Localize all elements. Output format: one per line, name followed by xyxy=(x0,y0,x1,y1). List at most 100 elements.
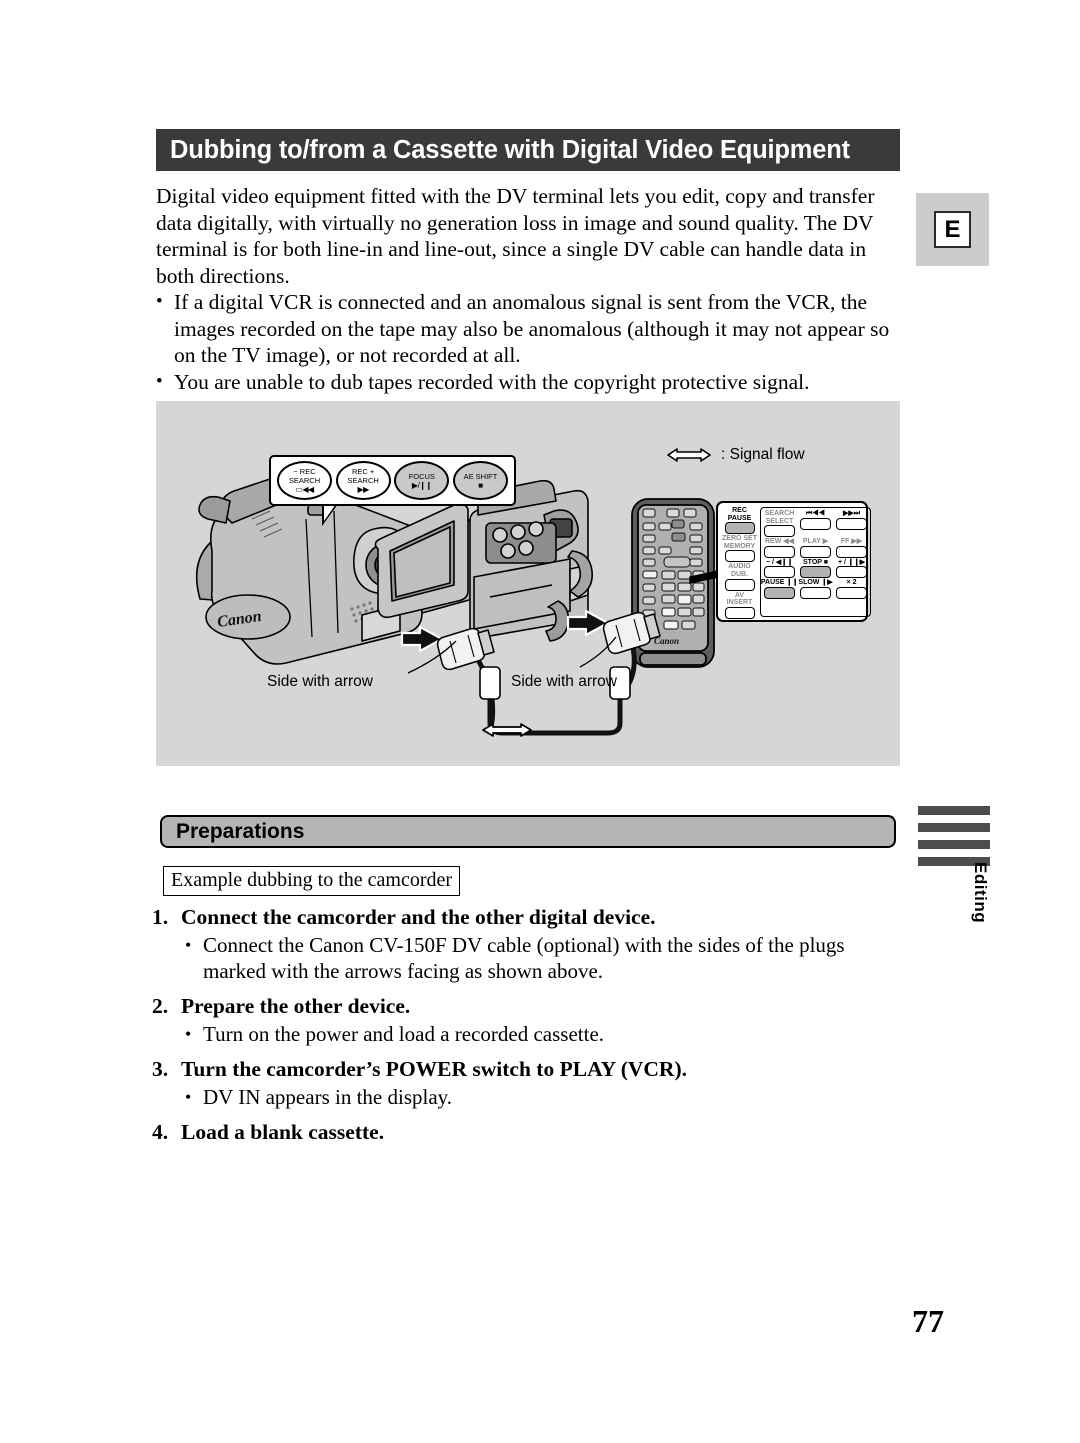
button-label-line2: SEARCH xyxy=(288,476,321,485)
note-text: You are unable to dub tapes recorded wit… xyxy=(174,369,810,394)
button-label-line2: SEARCH xyxy=(347,476,379,485)
key-label-line2: INSERT xyxy=(726,599,753,607)
step-spacer xyxy=(152,984,902,992)
note-text: If a digital VCR is connected and an ano… xyxy=(174,290,890,368)
remote-key-prev[interactable]: ⏮◀◀ xyxy=(799,510,832,537)
edge-bar xyxy=(918,806,990,815)
key-cap[interactable] xyxy=(724,606,755,619)
callout-tail-inner xyxy=(324,504,336,521)
key-label-line2: SELECT xyxy=(765,517,794,525)
remote-key-rec-pause[interactable]: REC PAUSE xyxy=(722,507,757,535)
remote-key-pause[interactable]: PAUSE ❙❙ xyxy=(760,579,799,599)
edge-bar xyxy=(918,823,990,832)
step-4: 4. Load a blank cassette. xyxy=(152,1118,902,1147)
key-cap[interactable] xyxy=(836,566,868,579)
remote-key-next[interactable]: ▶▶⏭ xyxy=(835,510,868,537)
key-cap[interactable] xyxy=(836,545,868,558)
key-cap[interactable] xyxy=(800,517,832,530)
language-marker-letter: E xyxy=(934,211,971,248)
double-arrow-icon xyxy=(667,448,711,462)
button-label-line1: − REC xyxy=(293,467,316,476)
key-cap[interactable] xyxy=(724,522,755,535)
step-number: 3. xyxy=(152,1057,169,1081)
dv-plug-left xyxy=(436,627,495,671)
remote-key-plus-frame-fwd[interactable]: + / ❙❙▶ xyxy=(835,559,868,579)
remote-detail-panel: REC PAUSE ZERO SET MEMORY AUDIO DUB. AV … xyxy=(716,501,872,622)
step-bullet: • Turn on the power and load a recorded … xyxy=(152,1021,902,1047)
remote-key-minus-frame-back[interactable]: − / ◀❙❙ xyxy=(763,559,796,579)
remote-key-x2[interactable]: × 2 xyxy=(835,579,868,599)
key-cap[interactable] xyxy=(836,517,868,530)
key-cap[interactable] xyxy=(800,566,832,579)
key-cap[interactable] xyxy=(764,545,796,558)
key-label-line2: PAUSE xyxy=(727,514,752,522)
remote-row: PAUSE ❙❙ SLOW ❙▶ × 2 xyxy=(760,579,868,599)
key-label-line1: AV xyxy=(734,591,745,599)
remote-key-audio-dub[interactable]: AUDIO DUB. xyxy=(722,563,757,591)
camcorder-button-callout: − REC SEARCH ▭◀◀ REC + SEARCH ▶▶ FOCUS ▶… xyxy=(269,455,516,506)
step-bullet-text: DV IN appears in the display. xyxy=(203,1085,453,1109)
signal-flow-arrow-bottom xyxy=(481,719,533,741)
step-number: 2. xyxy=(152,994,169,1018)
page-number: 77 xyxy=(912,1303,944,1339)
intro-paragraph: Digital video equipment fitted with the … xyxy=(156,184,875,288)
button-label-line1: FOCUS xyxy=(408,471,435,481)
remote-key-slow[interactable]: SLOW ❙▶ xyxy=(798,579,833,599)
step-bullet-text: Connect the Canon CV-150F DV cable (opti… xyxy=(203,933,845,983)
connection-diagram: Canon Canon − REC SEARCH ▭◀◀ REC + SEARC… xyxy=(156,401,900,766)
key-cap[interactable] xyxy=(724,578,755,591)
key-cap[interactable] xyxy=(764,525,796,538)
key-cap[interactable] xyxy=(800,545,832,558)
cable-label-left: Side with arrow xyxy=(267,673,373,690)
step-bullet-text: Turn on the power and load a recorded ca… xyxy=(203,1022,605,1046)
key-cap[interactable] xyxy=(764,586,796,599)
button-rec-search-plus[interactable]: REC + SEARCH ▶▶ xyxy=(335,461,391,500)
remote-key-rew[interactable]: REW ◀◀ xyxy=(763,538,796,558)
frame-forward-icon: + / ❙❙▶ xyxy=(837,558,866,566)
example-label: Example dubbing to the camcorder xyxy=(171,869,453,891)
double-speed-icon: × 2 xyxy=(846,579,857,587)
remote-key-av-insert[interactable]: AV INSERT xyxy=(722,592,757,619)
button-ae-shift[interactable]: AE SHIFT ■ xyxy=(452,461,508,500)
key-label-line1: SEARCH xyxy=(764,510,795,517)
remote-key-stop[interactable]: STOP ■ xyxy=(799,559,832,579)
button-focus[interactable]: FOCUS ▶/❙❙ xyxy=(394,461,450,500)
remote-brand: Canon xyxy=(654,636,679,646)
step-2: 2. Prepare the other device. • Turn on t… xyxy=(152,992,902,1047)
remote-key-ff[interactable]: FF ▶▶ xyxy=(835,538,868,558)
remote-key-play[interactable]: PLAY ▶ xyxy=(799,538,832,558)
signal-flow-label: : Signal flow xyxy=(721,446,805,463)
key-cap[interactable] xyxy=(764,566,796,579)
stop-icon: STOP ■ xyxy=(803,558,828,566)
step-bullet: • DV IN appears in the display. xyxy=(152,1084,902,1110)
remote-transport-grid: SEARCH SELECT ⏮◀◀ ▶▶⏭ REW ◀◀ PLAY ▶ FF ▶… xyxy=(760,507,872,617)
key-cap[interactable] xyxy=(836,586,868,599)
example-label-box: Example dubbing to the camcorder xyxy=(163,866,461,896)
fast-forward-icon: FF ▶▶ xyxy=(840,538,863,546)
remote-row: SEARCH SELECT ⏮◀◀ ▶▶⏭ xyxy=(763,510,868,538)
intro-paragraph-block: Digital video equipment fitted with the … xyxy=(156,183,898,289)
cable-connector-left xyxy=(479,666,501,700)
steps-list: 1. Connect the camcorder and the other d… xyxy=(152,903,902,1147)
step-header: 1. Connect the camcorder and the other d… xyxy=(152,903,902,932)
button-rec-search-minus[interactable]: − REC SEARCH ▭◀◀ xyxy=(277,461,332,500)
step-header: 3. Turn the camcorder’s POWER switch to … xyxy=(152,1055,902,1084)
button-label-line1: REC + xyxy=(352,467,375,476)
play-icon: PLAY ▶ xyxy=(802,538,829,546)
remote-key-zero-set-memory[interactable]: ZERO SET MEMORY xyxy=(722,535,758,563)
step-bullet: • Connect the Canon CV-150F DV cable (op… xyxy=(152,932,902,984)
pause-icon: PAUSE ❙❙ xyxy=(760,579,799,587)
notes-list: • If a digital VCR is connected and an a… xyxy=(156,289,901,395)
remote-row: REW ◀◀ PLAY ▶ FF ▶▶ xyxy=(763,538,868,558)
page-title: Dubbing to/from a Cassette with Digital … xyxy=(170,135,850,164)
key-cap[interactable] xyxy=(724,550,755,563)
edge-bar xyxy=(918,840,990,849)
cable-label-right: Side with arrow xyxy=(511,673,617,690)
key-cap[interactable] xyxy=(800,586,832,599)
key-label-line1: ZERO SET xyxy=(722,535,758,543)
step-title: Load a blank cassette. xyxy=(181,1120,385,1144)
slow-icon: SLOW ❙▶ xyxy=(798,579,833,587)
step-3: 3. Turn the camcorder’s POWER switch to … xyxy=(152,1055,902,1110)
remote-key-search-select[interactable]: SEARCH SELECT xyxy=(763,510,796,538)
step-title: Turn the camcorder’s POWER switch to PLA… xyxy=(181,1057,687,1081)
